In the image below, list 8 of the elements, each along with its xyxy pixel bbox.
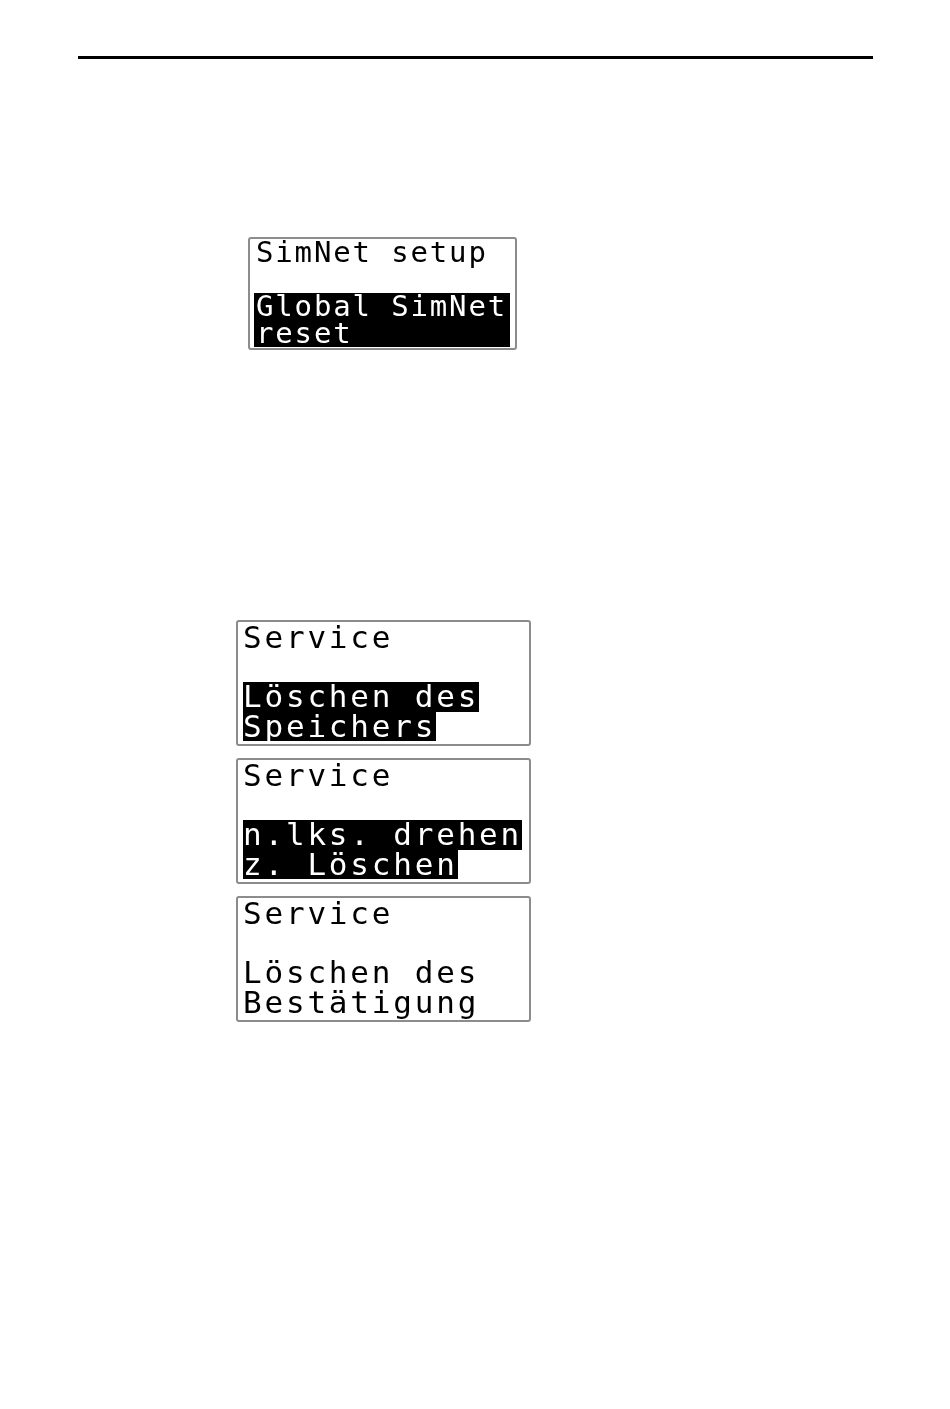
display-line: Löschen des [243, 958, 480, 988]
display-title: SimNet setup [255, 239, 488, 266]
display-line: reset [255, 320, 353, 347]
display-title: Service [243, 761, 394, 791]
display-line: Global SimNet [255, 293, 508, 320]
display-title: Service [243, 623, 394, 653]
display-line: Bestätigung [243, 987, 480, 1017]
display-title: Service [243, 899, 394, 929]
